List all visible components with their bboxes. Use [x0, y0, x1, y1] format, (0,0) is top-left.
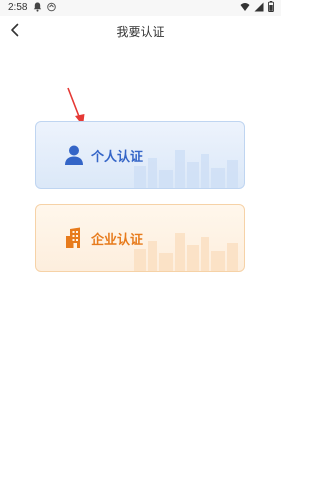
wifi-icon: [240, 2, 250, 15]
status-bar: 2:58: [0, 0, 281, 16]
status-time: 2:58: [8, 2, 28, 13]
enterprise-certification-card[interactable]: 企业认证: [35, 204, 245, 272]
person-icon: [63, 144, 85, 166]
page-title: 我要认证: [116, 25, 165, 39]
card-label-personal: 个人认证: [91, 150, 144, 165]
main-content: 个人认证 企业认证: [0, 46, 281, 500]
nav-bar: 我要认证: [0, 16, 281, 46]
sync-icon: [46, 2, 57, 15]
building-icon: [63, 227, 85, 249]
card-label-enterprise: 企业认证: [91, 233, 144, 248]
signal-icon: [254, 2, 264, 15]
battery-icon: [268, 1, 274, 15]
notification-icon: [33, 2, 42, 15]
personal-certification-card[interactable]: 个人认证: [35, 121, 245, 189]
